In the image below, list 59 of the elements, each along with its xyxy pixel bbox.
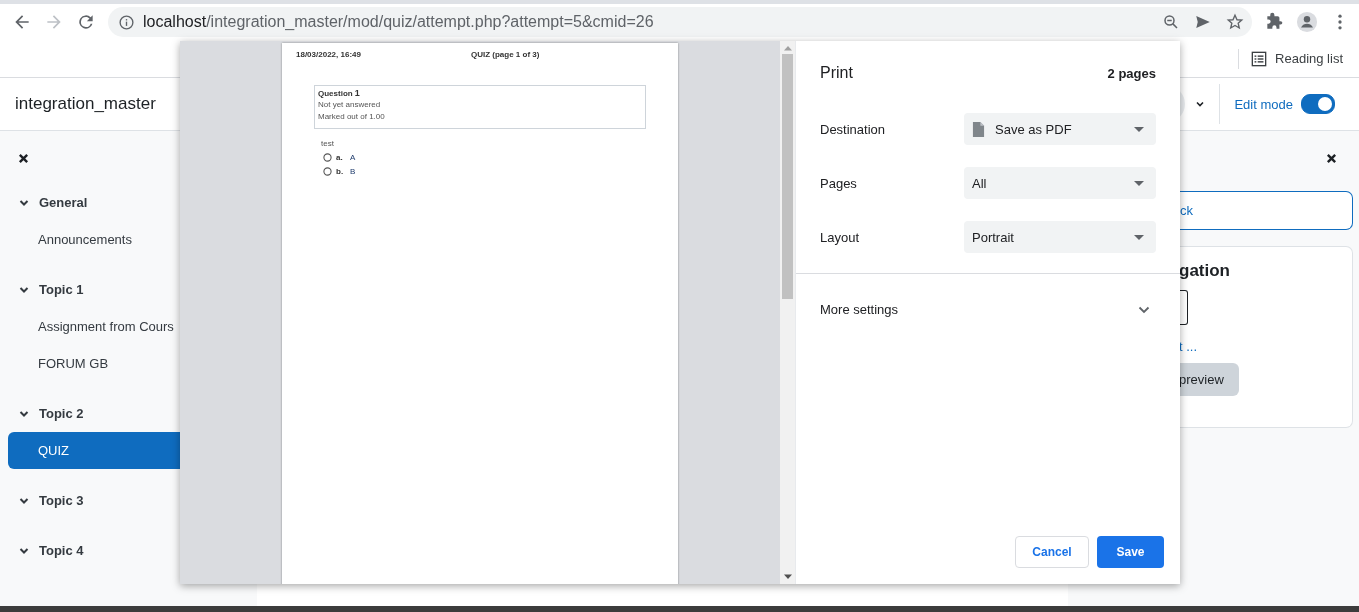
question-mark: Marked out of 1.00 [318,112,386,122]
reading-list-button[interactable]: Reading list [1247,46,1347,71]
setting-label: Pages [820,175,858,191]
save-button[interactable]: Save [1097,536,1164,568]
select-field[interactable]: All [964,167,1156,199]
question-label: Question [318,89,353,98]
close-icon[interactable] [18,153,29,164]
puzzle-icon[interactable] [1264,12,1284,32]
setting-label: Layout [820,229,861,245]
activity-item[interactable]: FORUM GB [8,345,180,382]
section-title[interactable]: Topic 1 [39,282,84,297]
section-title[interactable]: Topic 4 [39,543,84,558]
star-icon[interactable] [1226,13,1244,31]
dropdown-arrow-icon [1134,234,1144,240]
activity-item[interactable]: Announcements [8,221,180,258]
file-icon [972,120,985,138]
select-field[interactable]: Portrait [964,221,1156,253]
address-bar[interactable]: localhost/integration_master/mod/quiz/attempt.php?attempt=5&cmid=26 [108,7,1252,37]
question-number: 1 [354,88,360,98]
caret-icon[interactable] [1195,99,1206,109]
question-text: test [321,139,335,148]
option-text: A [350,152,356,162]
info-icon[interactable] [118,13,135,31]
back-button[interactable]: ck [1180,191,1353,230]
print-title: QUIZ (page 1 of 3) [470,50,540,59]
dropdown-arrow-icon [1134,180,1144,186]
close-icon[interactable] [1326,153,1337,164]
section-title[interactable]: Topic 2 [39,406,84,421]
url-text[interactable]: localhost/integration_master/mod/quiz/attempt.php?attempt=5&cmid=26 [143,13,654,31]
activity-item[interactable]: QUIZ [8,432,180,469]
send-icon[interactable] [1194,13,1212,31]
site-name[interactable]: integration_master [15,94,156,114]
more-settings-toggle[interactable]: More settings [796,302,1180,317]
edit-mode-toggle[interactable] [1301,94,1335,114]
preview-button[interactable]: preview [1179,363,1239,396]
zoom-out-icon[interactable] [1162,13,1180,31]
profile-icon[interactable] [1296,11,1318,33]
option-letter: b. [336,166,345,176]
select-field[interactable]: Save as PDF [964,113,1156,145]
dialog-title: Print [820,64,853,82]
section-title[interactable]: Topic 3 [39,493,84,508]
print-date: 18/03/2022, 16:49 [296,50,361,59]
scroll-thumb[interactable] [782,54,793,299]
chevron-icon [1138,305,1150,314]
section-title[interactable]: General [39,195,88,210]
scrollbar[interactable] [780,41,795,584]
cancel-button[interactable]: Cancel [1015,536,1089,568]
question-status: Not yet answered [318,100,382,110]
page-count: 2 pages [1107,65,1156,81]
reload-icon[interactable] [76,12,96,32]
option-text: B [350,166,356,176]
option-letter: a. [336,152,344,162]
scroll-down-icon[interactable] [783,574,792,580]
card-title: gation [1179,261,1230,281]
dropdown-arrow-icon [1134,126,1144,132]
list-icon [1251,50,1268,67]
setting-label: Destination [820,121,887,137]
activity-item[interactable]: Assignment from Cours [8,308,180,345]
edit-mode-label[interactable]: Edit mode [1234,96,1293,112]
